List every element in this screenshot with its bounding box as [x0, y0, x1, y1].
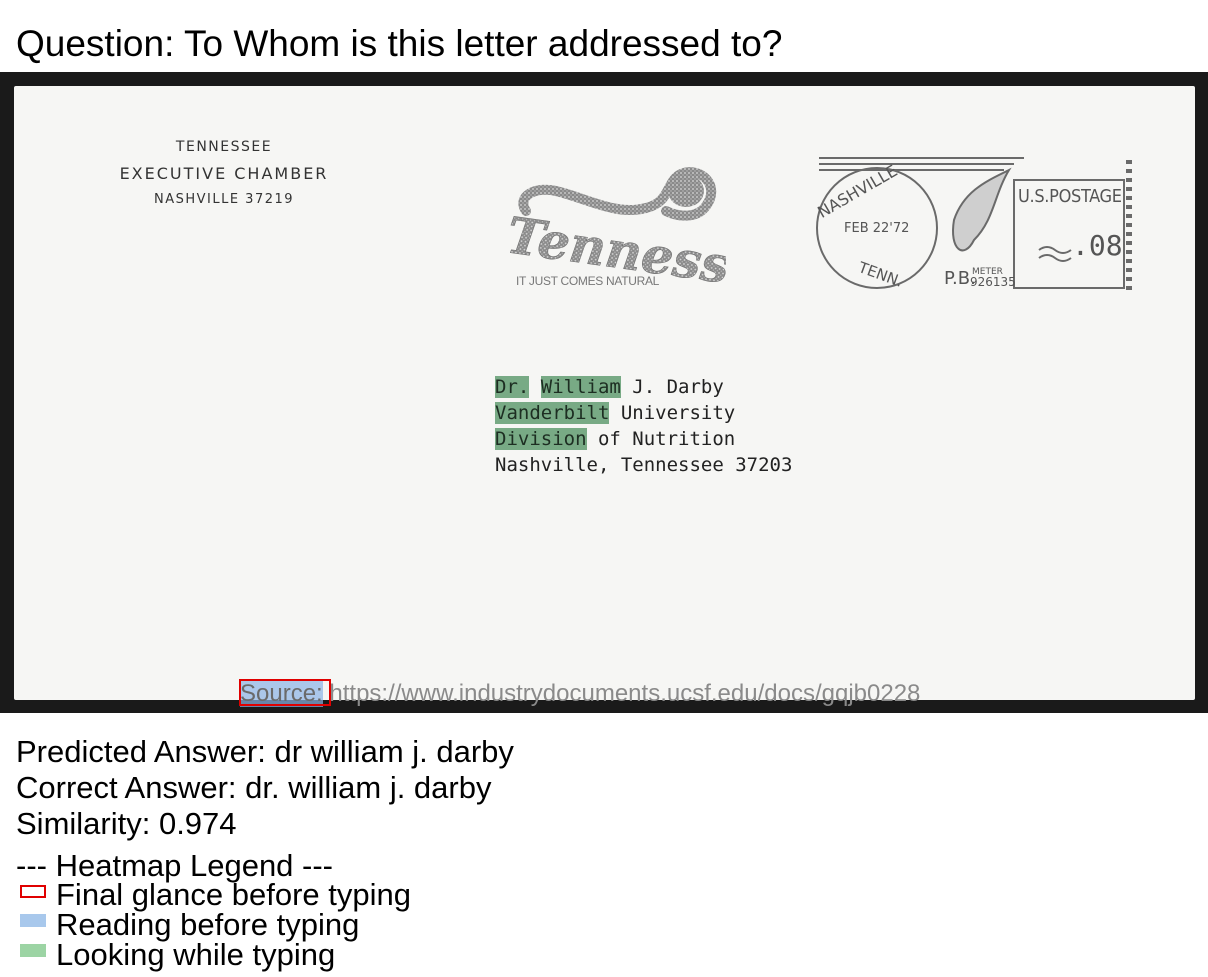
postage-label: U.S.POSTAGE [1018, 186, 1122, 207]
gaze-highlight: Division [495, 428, 587, 450]
recipient-address: Dr. William J. Darby Vanderbilt Universi… [495, 374, 792, 478]
correct-answer: Correct Answer: dr. william j. darby [16, 770, 492, 805]
source-line: Source: https://www.industrydocuments.uc… [240, 680, 920, 708]
address-line-3: Division of Nutrition [495, 426, 792, 452]
postage-amount: .08 [1072, 229, 1123, 262]
legend-label: Looking while typing [56, 937, 336, 972]
red-outline-swatch-icon [20, 885, 46, 898]
sender-line: TENNESSEE [175, 139, 273, 155]
address-line-1: Dr. William J. Darby [495, 374, 792, 400]
gaze-highlight: Dr. [495, 376, 530, 398]
gaze-highlight: William [540, 376, 621, 398]
address-text: J. Darby [620, 376, 724, 398]
source-url: https://www.industrydocuments.ucsf.edu/d… [322, 680, 921, 707]
predicted-answer: Predicted Answer: dr william j. darby [16, 734, 514, 769]
sender-line: EXECUTIVE CHAMBER [119, 164, 329, 183]
logo-text: Tennessee [503, 205, 726, 303]
envelope: TENNESSEE EXECUTIVE CHAMBER NASHVILLE 37… [14, 86, 1195, 700]
meter-number: 926135 [970, 275, 1016, 289]
logo-tagline: IT JUST COMES NATURAL [516, 274, 660, 288]
sender-line: NASHVILLE 37219 [153, 192, 295, 207]
postmark-stamp: NASHVILLE FEB 22'72 TENN. U.S.POSTAGE .0… [814, 157, 1132, 291]
sender-block: TENNESSEE EXECUTIVE CHAMBER NASHVILLE 37… [84, 139, 364, 207]
address-line-4: Nashville, Tennessee 37203 [495, 454, 793, 476]
green-swatch-icon [20, 944, 46, 957]
similarity-score: Similarity: 0.974 [16, 806, 237, 841]
question-text: Question: To Whom is this letter address… [16, 23, 783, 64]
address-text: of Nutrition [586, 428, 736, 450]
gaze-highlight: Vanderbilt [495, 402, 610, 424]
postmark-date: FEB 22'72 [844, 221, 909, 236]
final-glance-box [239, 679, 331, 706]
address-line-2: Vanderbilt University [495, 400, 792, 426]
address-text: University [609, 402, 736, 424]
blue-swatch-icon [20, 914, 46, 927]
